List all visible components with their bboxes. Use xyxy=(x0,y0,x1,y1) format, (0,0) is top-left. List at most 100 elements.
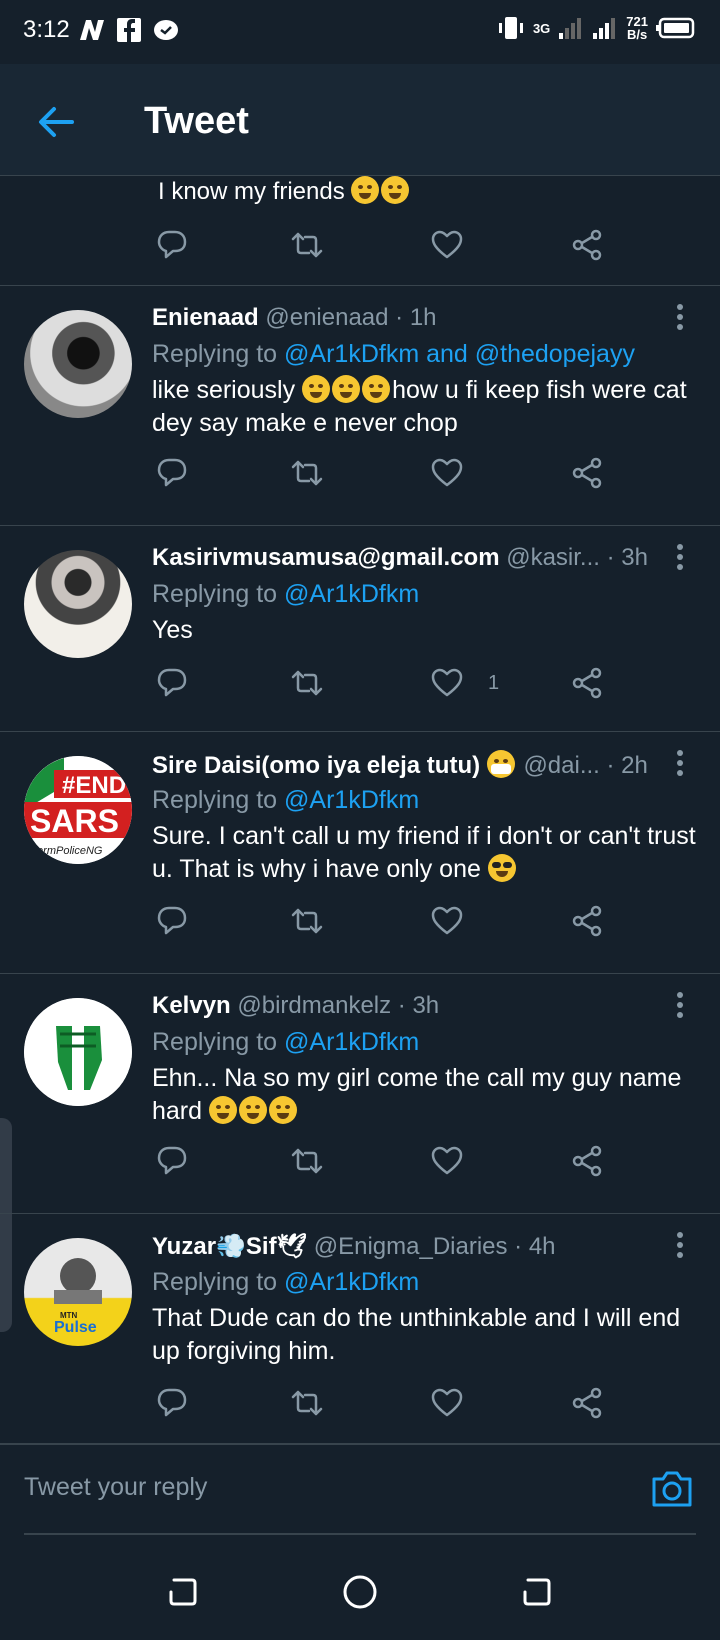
avatar[interactable] xyxy=(24,310,132,418)
arrow-left-icon[interactable] xyxy=(36,102,76,142)
more-options-icon[interactable] xyxy=(670,990,690,1020)
status-bar: 3:12 3G 721 B/s xyxy=(0,0,720,64)
reply-tweet[interactable]: Enienaad @enienaad · 1h Replying to @Ar1… xyxy=(0,286,720,526)
nav-recents-icon[interactable] xyxy=(164,1574,200,1610)
replies-feed[interactable]: I know my friends Enienaad @enienaad · 1… xyxy=(0,176,720,1444)
angry-face-emoji xyxy=(351,176,380,204)
n-app-icon xyxy=(80,20,104,40)
avatar[interactable]: MTN Pulse xyxy=(24,1238,132,1346)
reply-icon[interactable] xyxy=(155,1144,189,1178)
tweet-actions xyxy=(150,904,620,944)
like-icon[interactable] xyxy=(430,666,464,700)
rofl-emoji xyxy=(302,375,331,403)
sunglasses-emoji xyxy=(487,854,516,882)
retweet-icon[interactable] xyxy=(290,904,324,938)
replying-to: Replying to @Ar1kDfkm xyxy=(152,1028,420,1056)
svg-text:formPoliceNG: formPoliceNG xyxy=(34,845,103,857)
share-icon[interactable] xyxy=(570,1144,604,1178)
tweet-text: That Dude can do the unthinkable and I w… xyxy=(152,1304,681,1365)
fist-logo xyxy=(24,998,132,1106)
vibrate-icon xyxy=(498,17,523,39)
mask-emoji xyxy=(486,750,515,778)
like-icon[interactable] xyxy=(430,1386,464,1420)
replying-to: Replying to @Ar1kDfkm xyxy=(152,1268,420,1296)
mention-link[interactable]: @Ar1kDfkm and @thedopejayy xyxy=(284,340,635,368)
battery-icon xyxy=(656,17,695,39)
nav-home-icon[interactable] xyxy=(342,1574,378,1610)
reply-tweet[interactable]: #END SARS formPoliceNG Sire Daisi(omo iy… xyxy=(0,732,720,974)
reply-icon[interactable] xyxy=(155,228,189,262)
reply-tweet[interactable]: Kelvyn @birdmankelz · 3h Replying to @Ar… xyxy=(0,974,720,1214)
tweet-text: like seriously how u fi keep fish were c… xyxy=(152,375,687,437)
reply-icon[interactable] xyxy=(155,1386,189,1420)
tweet-actions xyxy=(150,228,620,268)
endsars-logo: #END SARS formPoliceNG xyxy=(24,756,132,864)
tweet-text: Ehn... Na so my girl come the call my gu… xyxy=(152,1064,682,1125)
reply-tweet[interactable]: MTN Pulse Yuzar💨Sif🕊 @Enigma_Diaries · 4… xyxy=(0,1214,720,1444)
share-icon[interactable] xyxy=(570,456,604,490)
retweet-icon[interactable] xyxy=(290,1144,324,1178)
like-icon[interactable] xyxy=(430,456,464,490)
mention-link[interactable]: @Ar1kDfkm xyxy=(284,580,419,608)
tweet-actions: 1 xyxy=(150,666,620,706)
like-icon[interactable] xyxy=(430,1144,464,1178)
more-options-icon[interactable] xyxy=(670,302,690,332)
system-nav-bar xyxy=(0,1544,720,1640)
app-header: Tweet xyxy=(0,64,720,176)
svg-text:SARS: SARS xyxy=(30,803,119,839)
display-name[interactable]: Sire Daisi(omo iya eleja tutu) xyxy=(152,752,480,779)
display-name[interactable]: Kasirivmusamusa@gmail.com xyxy=(152,544,500,571)
status-time: 3:12 xyxy=(23,16,70,43)
retweet-icon[interactable] xyxy=(290,456,324,490)
retweet-icon[interactable] xyxy=(290,666,324,700)
share-icon[interactable] xyxy=(570,228,604,262)
mention-link[interactable]: @Ar1kDfkm xyxy=(284,1268,419,1296)
replying-to: Replying to @Ar1kDfkm xyxy=(152,580,420,608)
share-icon[interactable] xyxy=(570,1386,604,1420)
reply-icon[interactable] xyxy=(155,456,189,490)
retweet-icon[interactable] xyxy=(290,1386,324,1420)
handle-and-time: @Enigma_Diaries · 4h xyxy=(313,1233,556,1260)
dove-icon: 🕊 xyxy=(276,1233,308,1260)
tweet-text: Yes xyxy=(152,616,193,644)
avatar[interactable]: #END SARS formPoliceNG xyxy=(24,756,132,864)
more-options-icon[interactable] xyxy=(670,748,690,778)
more-options-icon[interactable] xyxy=(670,1230,690,1260)
share-icon[interactable] xyxy=(570,666,604,700)
reply-input[interactable] xyxy=(24,1467,624,1507)
display-name[interactable]: Enienaad xyxy=(152,304,259,331)
svg-text:Pulse: Pulse xyxy=(54,1319,97,1336)
replying-to: Replying to @Ar1kDfkm and @thedopejayy xyxy=(152,340,635,368)
reply-tweet[interactable]: Kasirivmusamusa@gmail.com @kasir... · 3h… xyxy=(0,526,720,732)
network-type: 3G xyxy=(532,20,551,36)
reply-icon[interactable] xyxy=(155,666,189,700)
share-icon[interactable] xyxy=(570,904,604,938)
display-name[interactable]: Kelvyn xyxy=(152,992,231,1019)
rofl-emoji xyxy=(362,375,391,403)
camera-icon[interactable] xyxy=(650,1469,694,1509)
handle-and-time: @kasir... · 3h xyxy=(506,544,648,571)
laughing-emoji xyxy=(209,1096,237,1124)
mention-link[interactable]: @Ar1kDfkm xyxy=(284,1028,419,1056)
nav-back-icon[interactable] xyxy=(518,1574,554,1610)
rofl-emoji xyxy=(332,375,361,403)
like-icon[interactable] xyxy=(430,228,464,262)
laughing-emoji xyxy=(269,1096,297,1124)
more-options-icon[interactable] xyxy=(670,542,690,572)
page-title: Tweet xyxy=(144,100,249,142)
handle-and-time: @dai... · 2h xyxy=(523,752,648,779)
display-name[interactable]: Yuzar💨Sif🕊 xyxy=(152,1233,307,1260)
tweet-actions xyxy=(150,456,620,496)
mention-link[interactable]: @Ar1kDfkm xyxy=(284,786,419,814)
signal-icon xyxy=(559,18,582,39)
avatar[interactable] xyxy=(24,550,132,658)
tweet-actions xyxy=(150,1144,620,1184)
reply-icon[interactable] xyxy=(155,904,189,938)
retweet-icon[interactable] xyxy=(290,228,324,262)
signal-icon-2 xyxy=(593,18,616,39)
like-icon[interactable] xyxy=(430,904,464,938)
handle-and-time: @enienaad · 1h xyxy=(265,304,437,331)
avatar[interactable] xyxy=(24,998,132,1106)
svg-text:#END: #END xyxy=(62,772,126,799)
network-speed: 721 B/s xyxy=(626,14,648,42)
